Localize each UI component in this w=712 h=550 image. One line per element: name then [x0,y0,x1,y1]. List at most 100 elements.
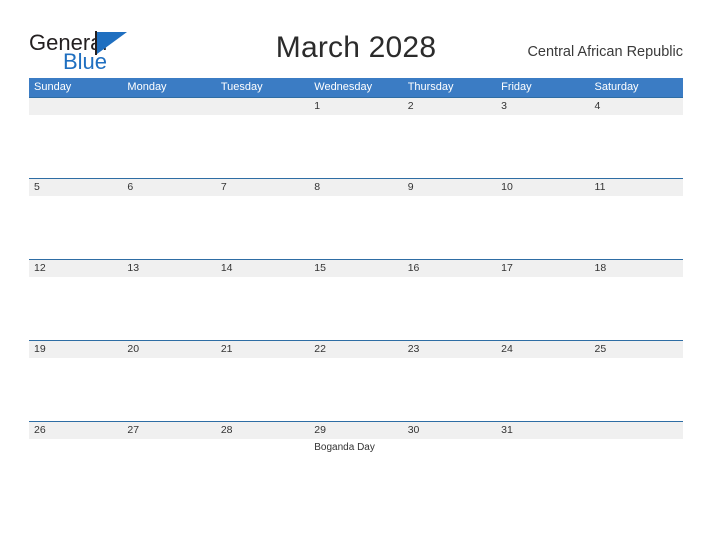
week-row: 5 6 7 8 9 10 11 [29,178,683,259]
day-cell[interactable]: 2 [403,98,496,115]
event-cell[interactable] [309,277,402,341]
day-number: 31 [501,424,513,436]
week-events [29,277,683,341]
weekday-header-saturday: Saturday [594,81,639,93]
day-cell[interactable]: 5 [29,179,122,196]
day-cell[interactable] [122,98,215,115]
event-cell[interactable] [403,115,496,179]
calendar-grid: Sunday Monday Tuesday Wednesday Thursday… [29,78,683,502]
week-row: 26 27 28 29 30 31 Boganda Day [29,421,683,502]
week-events [29,196,683,260]
event-cell[interactable] [403,277,496,341]
day-cell[interactable]: 10 [496,179,589,196]
event-cell[interactable] [403,439,496,503]
event-cell[interactable] [122,196,215,260]
day-number: 21 [220,343,233,355]
event-cell[interactable] [590,277,683,341]
week-events [29,358,683,422]
day-cell[interactable]: 3 [496,98,589,115]
region-label: Central African Republic [527,44,683,60]
day-cell[interactable]: 13 [122,260,215,277]
day-cell[interactable]: 6 [122,179,215,196]
day-cell[interactable]: 19 [29,341,122,358]
day-cell[interactable]: 9 [403,179,496,196]
event-cell[interactable] [309,196,402,260]
day-number: 8 [314,181,321,193]
event-cell[interactable] [590,196,683,260]
event-cell[interactable]: Boganda Day [309,439,402,503]
day-number: 16 [407,262,420,274]
day-cell[interactable] [590,422,683,439]
event-cell[interactable] [496,439,589,503]
day-cell[interactable]: 27 [122,422,215,439]
day-cell[interactable]: 26 [29,422,122,439]
day-cell[interactable]: 17 [496,260,589,277]
event-cell[interactable] [496,196,589,260]
day-cell[interactable]: 30 [403,422,496,439]
event-cell[interactable] [122,358,215,422]
event-cell[interactable] [496,115,589,179]
event-cell[interactable] [122,115,215,179]
week-events [29,115,683,179]
weekday-header-monday: Monday [127,81,167,93]
event-cell[interactable] [590,358,683,422]
event-cell[interactable] [403,196,496,260]
event-cell[interactable] [29,196,122,260]
event-cell[interactable] [309,115,402,179]
event-cell[interactable] [216,277,309,341]
event-cell[interactable] [216,358,309,422]
day-cell[interactable]: 25 [590,341,683,358]
event-cell[interactable] [216,439,309,503]
day-cell[interactable]: 18 [590,260,683,277]
day-cell[interactable]: 4 [590,98,683,115]
day-number: 27 [127,424,140,436]
day-cell[interactable]: 16 [403,260,496,277]
event-cell[interactable] [309,358,402,422]
week-day-numbers: 5 6 7 8 9 10 11 [29,178,683,196]
day-cell[interactable]: 1 [309,98,402,115]
week-events: Boganda Day [29,439,683,503]
day-cell[interactable]: 22 [309,341,402,358]
day-cell[interactable]: 29 [309,422,402,439]
day-cell[interactable]: 23 [403,341,496,358]
day-cell[interactable]: 31 [496,422,589,439]
weekday-header-row: Sunday Monday Tuesday Wednesday Thursday… [29,78,683,97]
day-number: 13 [127,262,140,274]
week-day-numbers: 19 20 21 22 23 24 25 [29,340,683,358]
day-number: 4 [594,100,601,112]
event-cell[interactable] [496,358,589,422]
day-cell[interactable]: 7 [216,179,309,196]
event-cell[interactable] [496,277,589,341]
event-cell[interactable] [122,439,215,503]
day-number: 14 [220,262,233,274]
day-cell[interactable]: 8 [309,179,402,196]
event-cell[interactable] [29,277,122,341]
event-cell[interactable] [29,439,122,503]
day-cell[interactable]: 20 [122,341,215,358]
week-day-numbers: 26 27 28 29 30 31 [29,421,683,439]
weekday-header-wednesday: Wednesday [314,81,373,93]
day-cell[interactable]: 24 [496,341,589,358]
event-cell[interactable] [29,358,122,422]
event-cell[interactable] [590,115,683,179]
day-cell[interactable]: 21 [216,341,309,358]
week-row: 1 2 3 4 [29,97,683,178]
day-number: 17 [501,262,513,274]
day-cell[interactable]: 12 [29,260,122,277]
event-cell[interactable] [216,115,309,179]
event-cell[interactable] [216,196,309,260]
day-cell[interactable] [29,98,122,115]
week-row: 19 20 21 22 23 24 25 [29,340,683,421]
day-number: 12 [34,262,46,274]
day-cell[interactable] [216,98,309,115]
event-cell[interactable] [122,277,215,341]
day-cell[interactable]: 11 [590,179,683,196]
day-cell[interactable]: 28 [216,422,309,439]
day-number: 25 [594,343,607,355]
event-cell[interactable] [29,115,122,179]
day-cell[interactable]: 15 [309,260,402,277]
day-number: 15 [314,262,326,274]
day-cell[interactable]: 14 [216,260,309,277]
event-cell[interactable] [403,358,496,422]
event-cell[interactable] [590,439,683,503]
